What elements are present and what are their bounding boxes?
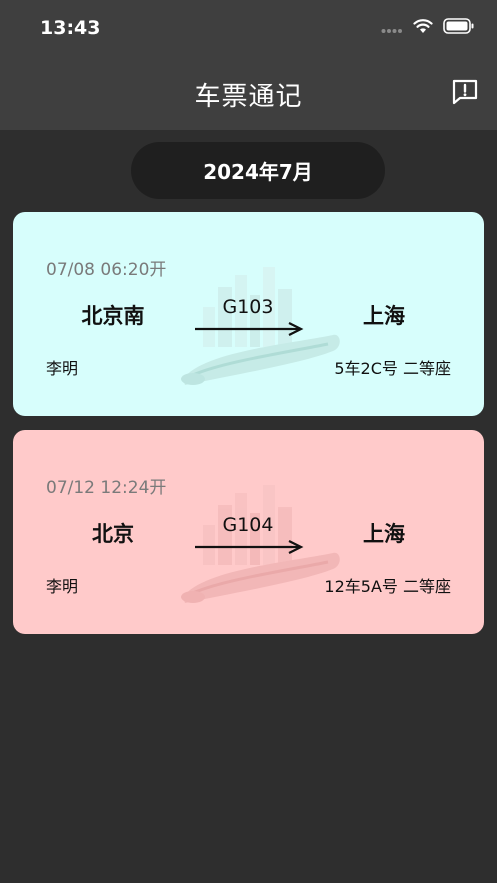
passenger-name: 李明 [46,577,79,596]
status-icons [381,18,475,38]
ticket-card[interactable]: 07/08 06:20开 北京南 G103 上海 李明 5车2C号 二等座 [13,212,484,416]
nav-bar: 车票通记 [0,60,497,130]
wifi-icon [413,18,433,38]
to-station: 上海 [363,522,405,546]
arrow-right-icon [195,540,304,554]
signal-dots-icon [381,19,403,38]
battery-icon [443,18,475,38]
passenger-name: 李明 [46,359,79,378]
from-station: 北京南 [81,304,145,328]
month-selector-button[interactable]: 2024年7月 [131,142,385,199]
seat-info: 12车5A号 二等座 [324,577,451,596]
ticket-card[interactable]: 07/12 12:24开 北京 G104 上海 李明 12车5A号 二等座 [13,430,484,634]
depart-time: 07/12 12:24开 [46,478,167,498]
feedback-icon [451,78,479,110]
feedback-button[interactable] [449,78,481,110]
status-time: 13:43 [40,17,101,39]
depart-time: 07/08 06:20开 [46,260,167,280]
page-title: 车票通记 [194,82,303,112]
from-station: 北京 [92,522,134,546]
seat-info: 5车2C号 二等座 [334,359,451,378]
train-number: G104 [222,514,274,536]
status-bar: 13:43 [0,0,497,60]
month-label: 2024年7月 [203,160,313,184]
to-station: 上海 [363,304,405,328]
arrow-right-icon [195,322,304,336]
train-number: G103 [222,296,274,318]
